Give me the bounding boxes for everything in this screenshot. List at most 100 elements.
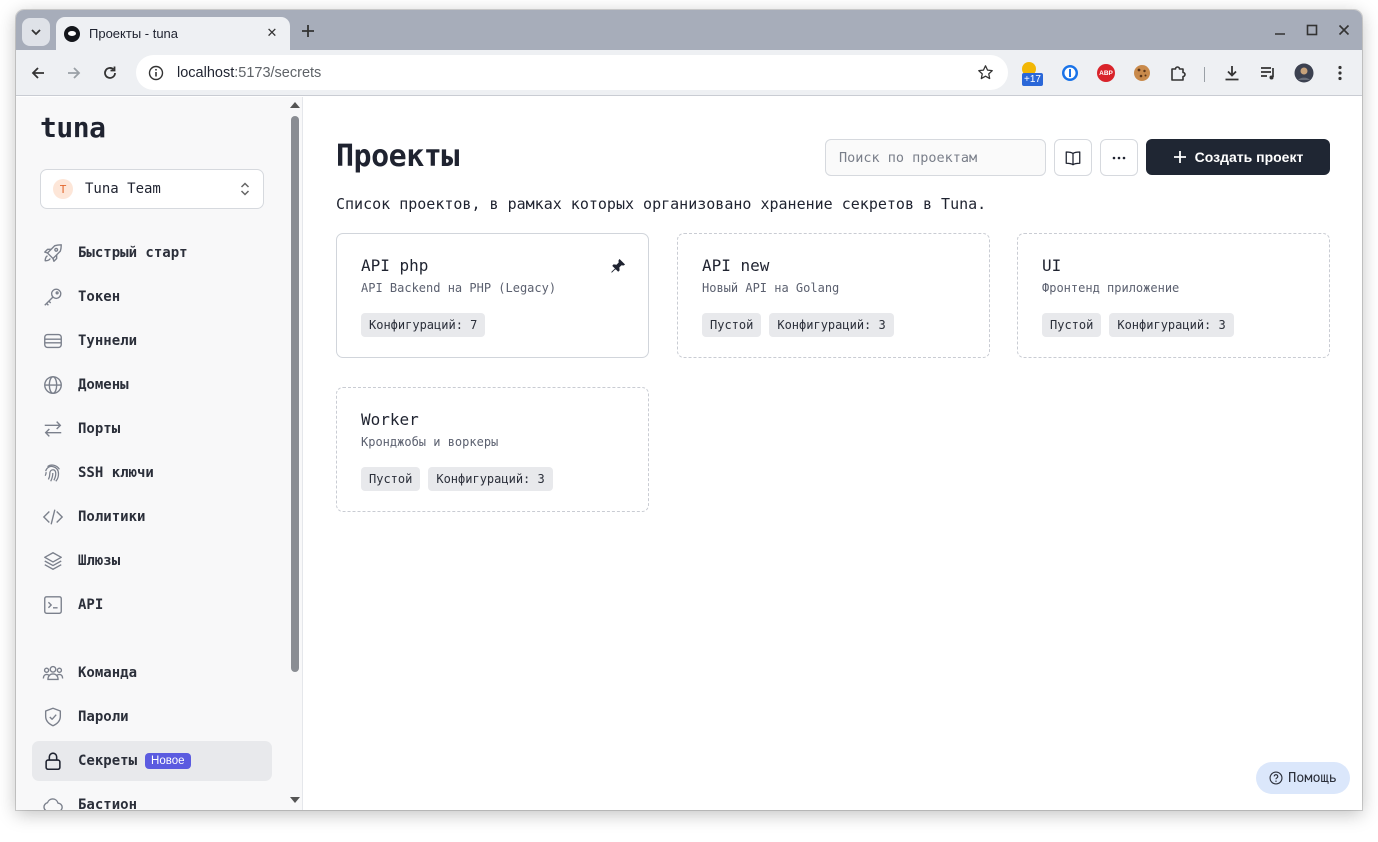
sidebar-item-label: Домены: [78, 377, 129, 393]
book-open-icon: [1065, 150, 1081, 165]
sidebar-item-label: API: [78, 597, 104, 613]
site-info-button[interactable]: [140, 59, 172, 87]
docs-button[interactable]: [1054, 139, 1092, 176]
sidebar-item-ssh-keys[interactable]: SSH ключи: [32, 451, 272, 495]
help-label: Помощь: [1288, 770, 1337, 786]
media-control-button[interactable]: [1256, 61, 1280, 85]
sidebar-item-policies[interactable]: Политики: [32, 495, 272, 539]
sidebar-item-api[interactable]: API: [32, 583, 272, 627]
main-content: Проекты Создать проект Список проектов, …: [304, 97, 1362, 810]
project-description: Фронтенд приложение: [1042, 281, 1180, 295]
sidebar-scrollbar[interactable]: [286, 97, 302, 810]
sidebar-item-tunnels[interactable]: Туннели: [32, 319, 272, 363]
sidebar-item-quick-start[interactable]: Быстрый старт: [32, 231, 272, 275]
page: tuna T Tuna Team Быстрый старт Токен Тун…: [16, 97, 1362, 810]
sidebar-item-ports[interactable]: Порты: [32, 407, 272, 451]
globe-icon: [42, 374, 64, 396]
project-name: Worker: [361, 410, 419, 429]
project-card-ui[interactable]: UI Фронтенд приложение Пустой Конфигурац…: [1017, 233, 1330, 358]
new-tab-button[interactable]: [296, 19, 320, 43]
extensions-button[interactable]: [1166, 61, 1190, 85]
empty-tag: Пустой: [1042, 313, 1102, 337]
forward-button[interactable]: [61, 60, 87, 86]
more-options-button[interactable]: [1100, 139, 1138, 176]
downloads-button[interactable]: [1220, 61, 1244, 85]
browser-toolbar: localhost:5173/secrets +17 ABP: [16, 50, 1362, 96]
minimize-icon: [1275, 33, 1285, 35]
address-bar[interactable]: localhost:5173/secrets: [136, 55, 1008, 90]
sidebar-item-label: Быстрый старт: [78, 245, 188, 261]
adblock-extension-button[interactable]: ABP: [1094, 61, 1118, 85]
users-icon: [42, 662, 64, 684]
sidebar-item-label: Пароли: [78, 709, 129, 725]
help-button[interactable]: Помощь: [1256, 762, 1350, 794]
password-manager-icon: [1062, 65, 1078, 81]
adblock-icon: ABP: [1097, 64, 1115, 82]
logo[interactable]: tuna: [40, 111, 106, 144]
plus-icon: [1173, 151, 1186, 163]
arrow-left-icon: [31, 67, 44, 79]
sidebar-nav: Быстрый старт Токен Туннели Домены Порты: [32, 231, 272, 810]
empty-tag: Пустой: [702, 313, 762, 337]
sidebar-item-label: Порты: [78, 421, 121, 437]
scroll-thumb[interactable]: [291, 116, 299, 672]
cloud-icon: [42, 794, 64, 810]
bookmark-button[interactable]: [974, 61, 996, 83]
download-icon: [1225, 66, 1239, 81]
weather-extension-badge: +17: [1022, 73, 1043, 86]
project-description: API Backend на PHP (Legacy): [361, 281, 557, 295]
team-selector[interactable]: T Tuna Team: [40, 169, 264, 209]
project-search-input[interactable]: [825, 139, 1046, 176]
minimize-button[interactable]: [1268, 18, 1292, 42]
project-card-api-php[interactable]: API php API Backend на PHP (Legacy) Конф…: [336, 233, 649, 358]
maximize-button[interactable]: [1300, 18, 1324, 42]
configurations-tag: Конфигураций: 7: [361, 313, 486, 337]
project-card-api-new[interactable]: API new Новый API на Golang Пустой Конфи…: [677, 233, 990, 358]
sidebar-item-label: Бастион: [78, 797, 138, 810]
sidebar-item-team[interactable]: Команда: [32, 651, 272, 695]
reload-button[interactable]: [97, 60, 123, 86]
close-window-button[interactable]: [1332, 18, 1356, 42]
sidebar-item-gateways[interactable]: Шлюзы: [32, 539, 272, 583]
profile-button[interactable]: [1292, 61, 1316, 85]
configurations-tag: Конфигураций: 3: [1109, 313, 1234, 337]
toolbar-separator: [1204, 67, 1205, 82]
weather-extension-button[interactable]: +17: [1016, 62, 1050, 86]
puzzle-icon: [1171, 66, 1186, 81]
scroll-down-arrow-icon[interactable]: [290, 797, 300, 803]
configurations-tag: Конфигураций: 3: [428, 467, 553, 491]
tab-title: Проекты - tuna: [89, 26, 179, 41]
arrows-exchange-icon: [42, 418, 64, 440]
sidebar-item-label: Шлюзы: [78, 553, 121, 569]
sidebar-item-secrets[interactable]: Секреты Новое: [32, 741, 272, 781]
tab-close-icon[interactable]: ✕: [262, 26, 282, 41]
sidebar-item-passwords[interactable]: Пароли: [32, 695, 272, 739]
create-project-button[interactable]: Создать проект: [1146, 139, 1330, 175]
tab-search-button[interactable]: [22, 18, 50, 46]
team-name: Tuna Team: [85, 181, 161, 197]
project-name: UI: [1042, 256, 1062, 275]
avatar-icon: [1294, 63, 1314, 83]
page-description: Список проектов, в рамках которых органи…: [336, 195, 987, 213]
project-card-worker[interactable]: Worker Кронджобы и воркеры Пустой Конфиг…: [336, 387, 649, 512]
tuna-favicon-icon: [64, 25, 80, 42]
browser-tab[interactable]: Проекты - tuna ✕: [56, 17, 290, 50]
url-text: localhost:5173/secrets: [177, 65, 321, 81]
project-description: Новый API на Golang: [702, 281, 840, 295]
team-avatar: T: [53, 179, 73, 199]
fingerprint-icon: [42, 462, 64, 484]
pin-icon[interactable]: [610, 258, 626, 274]
scroll-up-arrow-icon[interactable]: [290, 102, 300, 108]
sidebar-item-label: Туннели: [78, 333, 138, 349]
sidebar-item-bastion[interactable]: Бастион: [32, 783, 272, 810]
cookie-extension-button[interactable]: [1130, 61, 1154, 85]
page-title: Проекты: [336, 139, 459, 174]
chevron-up-down-icon: [240, 182, 250, 196]
browser-menu-button[interactable]: [1328, 61, 1352, 85]
configurations-tag: Конфигураций: 3: [769, 313, 894, 337]
back-button[interactable]: [25, 60, 51, 86]
sidebar-item-token[interactable]: Токен: [32, 275, 272, 319]
more-vertical-icon: [1338, 65, 1342, 81]
sidebar-item-domains[interactable]: Домены: [32, 363, 272, 407]
password-manager-extension-button[interactable]: [1058, 61, 1082, 85]
